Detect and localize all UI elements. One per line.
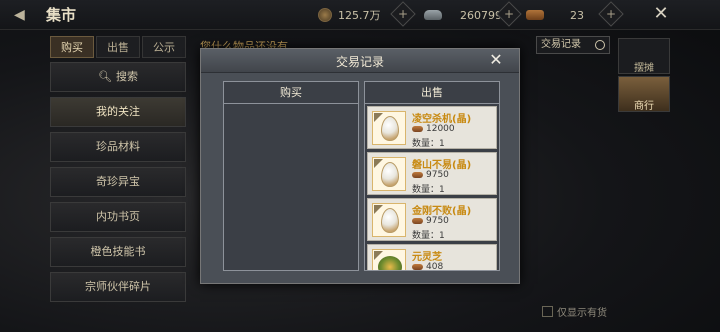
sidebar-item-following[interactable]: 我的关注: [50, 97, 186, 127]
trade-record-button[interactable]: 交易记录: [536, 36, 610, 54]
add-copper-button[interactable]: +: [390, 1, 416, 27]
list-item[interactable]: 金刚不败(晶) 9750 数量：1: [367, 198, 497, 241]
trade-record-label: 交易记录: [541, 39, 581, 50]
back-icon[interactable]: ◀: [14, 7, 30, 23]
resource-scroll: 23: [526, 6, 584, 24]
copper-coin-icon: [318, 8, 332, 22]
crystal-egg-icon: [372, 203, 406, 237]
list-item[interactable]: 凌空杀机(晶) 12000 数量：1: [367, 106, 497, 149]
close-icon[interactable]: ✕: [487, 51, 505, 69]
item-name: 金刚不败(晶): [412, 206, 472, 217]
scroll-amount: 23: [570, 8, 584, 22]
sidebar-item-orange-skill-books[interactable]: 橙色技能书: [50, 237, 186, 267]
close-icon[interactable]: ✕: [650, 4, 672, 26]
clock-icon: [595, 40, 605, 50]
tab-buy[interactable]: 购买: [50, 36, 94, 58]
price-icon: [412, 126, 423, 132]
price-icon: [412, 218, 423, 224]
crystal-egg-icon: [372, 157, 406, 191]
item-name: 凌空杀机(晶): [412, 114, 472, 125]
stall-button[interactable]: 摆摊: [618, 38, 670, 74]
item-price: 9750: [412, 170, 449, 180]
qty-value: 1: [439, 231, 445, 241]
silver-amount: 260799: [460, 8, 502, 22]
item-quantity: 数量：1: [412, 228, 445, 241]
resource-silver: 260799: [424, 6, 502, 24]
sell-records-panel: 出售 凌空杀机(晶) 12000 数量：1 磐山不易(晶) 9750 数量：1 …: [364, 81, 500, 271]
item-price-value: 9750: [426, 170, 449, 180]
plus-icon: +: [605, 7, 617, 21]
item-quantity: 数量：1: [412, 182, 445, 195]
sidebar-item-master-fragments[interactable]: 宗师伙伴碎片: [50, 272, 186, 302]
item-price: 12000: [412, 124, 455, 134]
category-sidebar: 🔍︎ 搜索 我的关注 珍品材料 奇珍异宝 内功书页 橙色技能书 宗师伙伴碎片: [50, 62, 186, 307]
sidebar-item-label: 搜索: [115, 70, 138, 83]
add-scroll-button[interactable]: +: [598, 1, 624, 27]
qty-value: 1: [439, 185, 445, 195]
sidebar-item-search[interactable]: 🔍︎ 搜索: [50, 62, 186, 92]
page-title: 集市: [46, 6, 77, 24]
price-icon: [412, 264, 423, 270]
plus-icon: +: [503, 7, 515, 21]
list-item[interactable]: 元灵芝 408: [367, 244, 497, 270]
sidebar-item-treasures[interactable]: 奇珍异宝: [50, 167, 186, 197]
sell-header: 出售: [365, 82, 499, 104]
silver-ingot-icon: [424, 10, 442, 20]
item-name: 元灵芝: [412, 252, 442, 263]
qty-label: 数量：: [412, 139, 440, 149]
item-price: 9750: [412, 216, 449, 226]
top-bar: ◀ 集市 125.7万 + 260799 + 23 + ✕: [0, 0, 720, 30]
item-price-value: 12000: [426, 124, 455, 134]
only-in-stock-toggle[interactable]: 仅显示有货: [542, 304, 607, 319]
crystal-egg-icon: [372, 111, 406, 145]
list-item[interactable]: 磐山不易(晶) 9750 数量：1: [367, 152, 497, 195]
sidebar-item-skill-pages[interactable]: 内功书页: [50, 202, 186, 232]
item-price-value: 408: [426, 262, 444, 270]
dialog-title: 交易记录: [335, 55, 384, 69]
trade-record-dialog: 交易记录 ✕ 购买 出售 凌空杀机(晶) 12000 数量：1 磐山不易(晶): [200, 48, 520, 284]
item-name: 磐山不易(晶): [412, 160, 472, 171]
search-icon: 🔍︎: [98, 70, 112, 83]
qty-value: 1: [439, 139, 445, 149]
qty-label: 数量：: [412, 185, 440, 195]
market-tabs: 购买 出售 公示: [50, 36, 186, 58]
price-icon: [412, 172, 423, 178]
only-in-stock-label: 仅显示有货: [557, 308, 607, 319]
dialog-header: 交易记录 ✕: [201, 49, 519, 73]
resource-copper: 125.7万: [318, 6, 381, 24]
checkbox[interactable]: [542, 306, 553, 317]
item-price: 408: [412, 262, 443, 270]
scroll-token-icon: [526, 10, 544, 20]
lingzhi-herb-icon: [372, 249, 406, 270]
buy-header: 购买: [224, 82, 358, 104]
item-quantity: 数量：1: [412, 136, 445, 149]
plus-icon: +: [397, 7, 409, 21]
sell-record-list[interactable]: 凌空杀机(晶) 12000 数量：1 磐山不易(晶) 9750 数量：1 金刚不…: [367, 106, 497, 270]
trading-house-button[interactable]: 商行: [618, 76, 670, 112]
qty-label: 数量：: [412, 231, 440, 241]
tab-public[interactable]: 公示: [142, 36, 186, 58]
tab-sell[interactable]: 出售: [96, 36, 140, 58]
right-column: 摆摊 商行: [618, 38, 670, 114]
sidebar-item-rare-materials[interactable]: 珍品材料: [50, 132, 186, 162]
copper-amount: 125.7万: [338, 9, 381, 22]
buy-records-panel: 购买: [223, 81, 359, 271]
item-price-value: 9750: [426, 216, 449, 226]
